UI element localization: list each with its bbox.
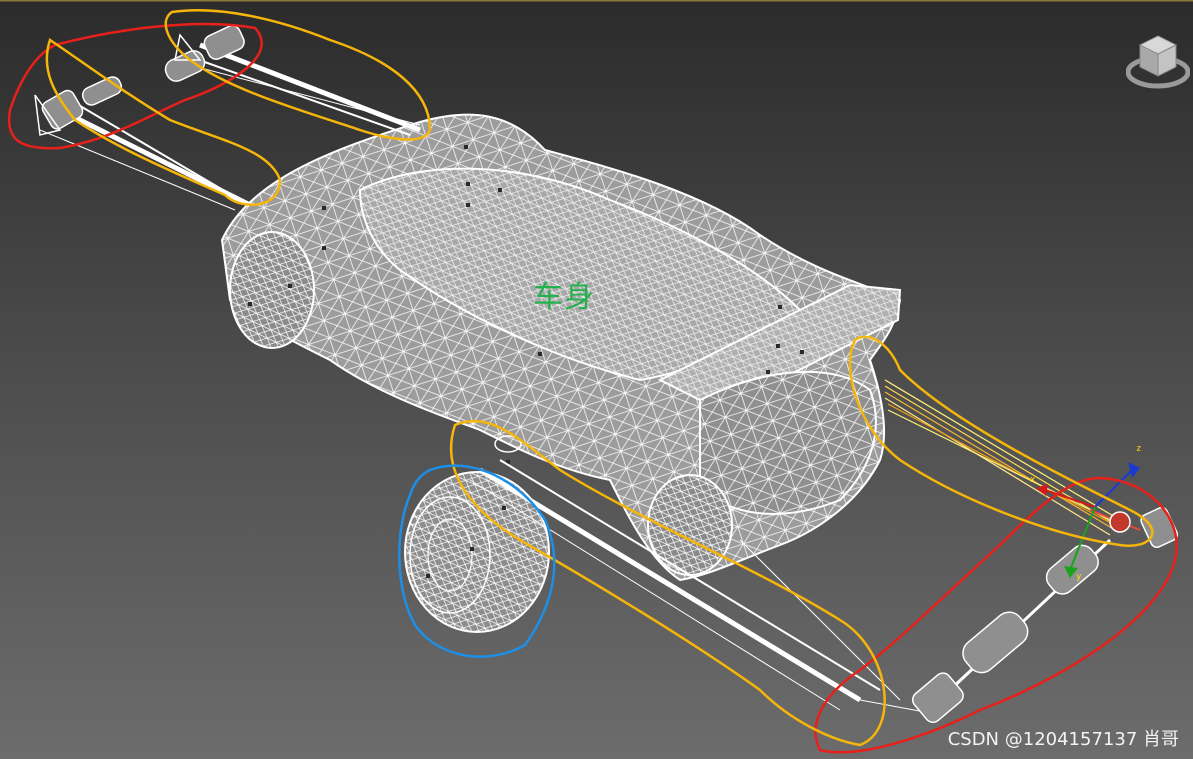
selected-bone[interactable] bbox=[884, 379, 1141, 536]
axis-y-label: y bbox=[1076, 572, 1082, 582]
annotation-orange-rear-1 bbox=[848, 335, 1154, 548]
viewcube-icon[interactable] bbox=[1126, 30, 1190, 94]
axis-x-label: x bbox=[1030, 475, 1036, 485]
car-body-mesh[interactable] bbox=[220, 113, 902, 582]
axis-z-label: z bbox=[1136, 444, 1142, 454]
front-hub-assembly[interactable] bbox=[34, 23, 247, 136]
body-label: 车身 bbox=[533, 280, 595, 315]
detached-wheel-mesh[interactable] bbox=[404, 435, 550, 633]
watermark-text: CSDN @1204157137 肖哥 bbox=[947, 729, 1179, 750]
viewport-border bbox=[0, 0, 1193, 2]
3d-viewport[interactable]: 车身 z x y CSDN @1204157137 肖哥 bbox=[0, 0, 1193, 759]
scene-canvas[interactable] bbox=[0, 0, 1193, 759]
